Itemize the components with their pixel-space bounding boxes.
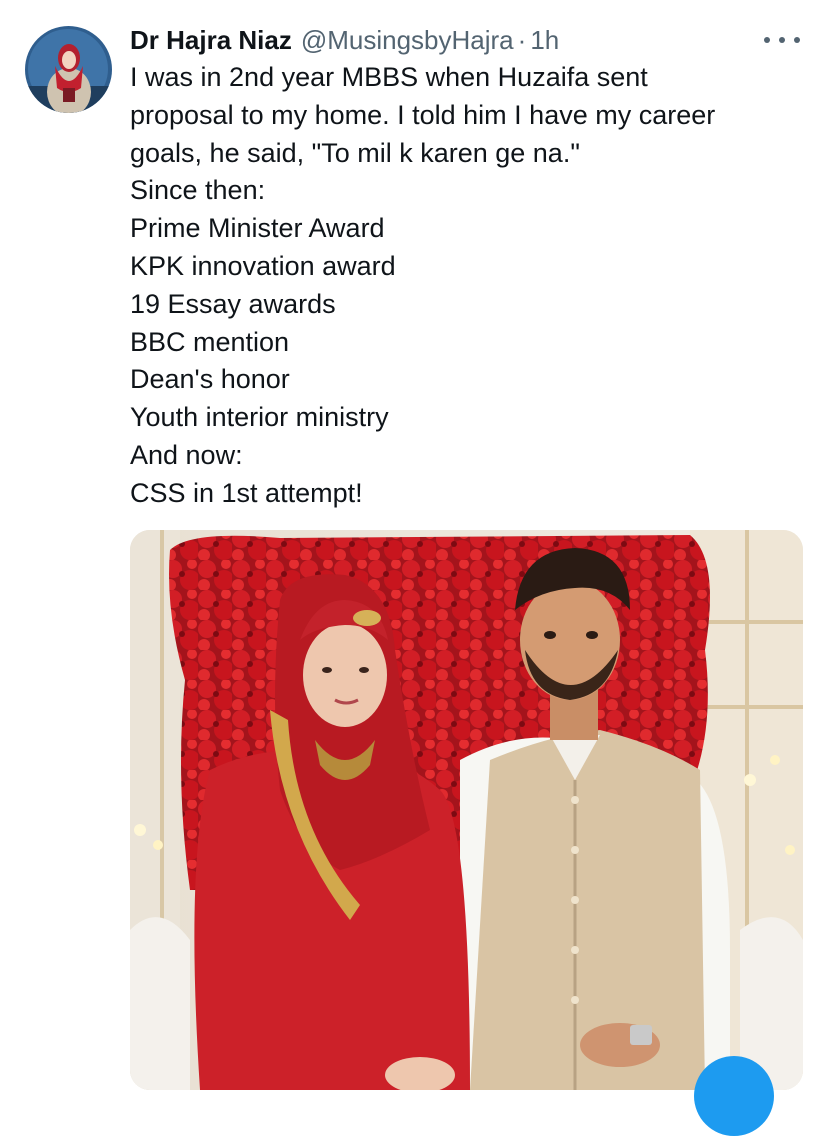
tweet-text-line: BBC mention	[130, 326, 290, 357]
more-dot	[764, 37, 770, 43]
tweet-text-line: Prime Minister Award	[130, 213, 385, 244]
tweet-text-line: Youth interior ministry	[130, 402, 389, 433]
more-horizontal-icon[interactable]	[764, 30, 800, 50]
tweet-photo[interactable]	[130, 530, 803, 1090]
separator-dot: ·	[517, 24, 527, 55]
author-handle[interactable]: @MusingsbyHajra	[301, 25, 514, 56]
tweet-text-line: Since then:	[130, 175, 266, 206]
tweet-text-line: goals, he said, "To mil k karen ge na."	[130, 137, 580, 168]
tweet-text-line: CSS in 1st attempt!	[130, 477, 363, 508]
compose-button[interactable]	[694, 1056, 774, 1136]
avatar[interactable]	[25, 26, 112, 113]
author-display-name[interactable]: Dr Hajra Niaz	[130, 25, 292, 56]
tweet-text: I was in 2nd year MBBS when Huzaifa sent…	[130, 59, 810, 513]
tweet-text-line: proposal to my home. I told him I have m…	[130, 99, 716, 130]
tweet-header: Dr Hajra Niaz @MusingsbyHajra · 1h	[130, 22, 559, 58]
tweet-text-line: 19 Essay awards	[130, 288, 336, 319]
tweet-text-line: KPK innovation award	[130, 250, 396, 281]
tweet-text-line: I was in 2nd year MBBS when Huzaifa sent	[130, 62, 648, 92]
tweet-timestamp[interactable]: 1h	[530, 25, 559, 56]
tweet-text-line: Dean's honor	[130, 364, 290, 395]
more-dot	[779, 37, 785, 43]
tweet[interactable]: Dr Hajra Niaz @MusingsbyHajra · 1h I was…	[0, 0, 828, 1136]
tweet-text-line: And now:	[130, 439, 243, 470]
more-dot	[794, 37, 800, 43]
